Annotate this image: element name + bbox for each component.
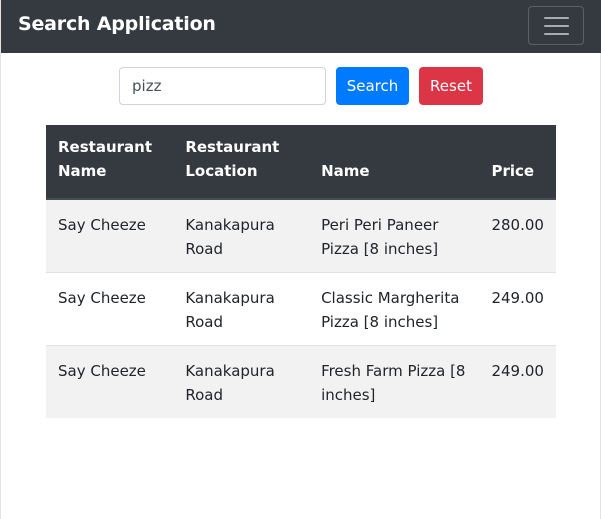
cell-item-name: Peri Peri Paneer Pizza [8 inches] bbox=[309, 198, 480, 273]
cell-price: 280.00 bbox=[479, 198, 556, 273]
cell-restaurant-location: Kanakapura Road bbox=[173, 198, 310, 273]
search-button[interactable]: Search bbox=[336, 67, 409, 105]
app-title[interactable]: Search Application bbox=[18, 13, 216, 35]
cell-item-name: Classic Margherita Pizza [8 inches] bbox=[309, 272, 480, 346]
table-body: Say Cheeze Kanakapura Road Peri Peri Pan… bbox=[46, 198, 556, 418]
table-row: Say Cheeze Kanakapura Road Peri Peri Pan… bbox=[46, 198, 556, 273]
table-header: Restaurant Name Restaurant Location Name… bbox=[46, 125, 556, 200]
search-input[interactable] bbox=[119, 67, 326, 105]
column-header-restaurant-location: Restaurant Location bbox=[173, 125, 310, 200]
column-header-restaurant-name: Restaurant Name bbox=[46, 125, 174, 200]
cell-restaurant-location: Kanakapura Road bbox=[173, 345, 310, 418]
table-row: Say Cheeze Kanakapura Road Classic Margh… bbox=[46, 272, 556, 346]
cell-restaurant-location: Kanakapura Road bbox=[173, 272, 310, 346]
cell-price: 249.00 bbox=[479, 345, 556, 418]
table-row: Say Cheeze Kanakapura Road Fresh Farm Pi… bbox=[46, 345, 556, 418]
cell-price: 249.00 bbox=[479, 272, 556, 346]
cell-restaurant-name: Say Cheeze bbox=[46, 198, 174, 273]
table-header-row: Restaurant Name Restaurant Location Name… bbox=[46, 125, 556, 200]
results-table: Restaurant Name Restaurant Location Name… bbox=[46, 125, 556, 418]
navbar: Search Application bbox=[1, 0, 601, 53]
cell-item-name: Fresh Farm Pizza [8 inches] bbox=[309, 345, 480, 418]
navbar-toggler-button[interactable] bbox=[528, 6, 584, 45]
cell-restaurant-name: Say Cheeze bbox=[46, 345, 174, 418]
reset-button[interactable]: Reset bbox=[419, 67, 483, 105]
app-window: Search Application Search Reset Restaura… bbox=[0, 0, 601, 519]
cell-restaurant-name: Say Cheeze bbox=[46, 272, 174, 346]
column-header-name: Name bbox=[309, 125, 480, 200]
column-header-price: Price bbox=[479, 125, 556, 200]
